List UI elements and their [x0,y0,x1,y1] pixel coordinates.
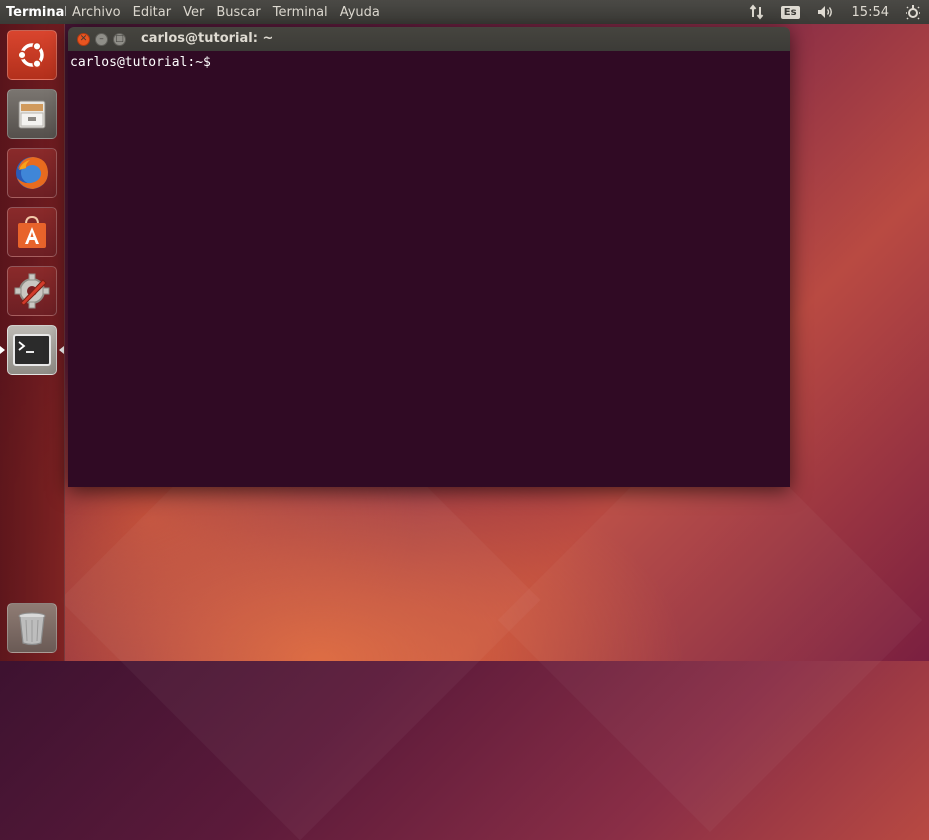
active-app-name: Terminal [6,4,66,20]
launcher-firefox[interactable] [7,148,57,198]
shopping-bag-icon [18,215,46,248]
launcher-dash-home[interactable] [7,30,57,80]
close-button[interactable]: ✕ [77,32,90,46]
ubuntu-logo-icon [17,41,44,69]
network-icon[interactable] [741,4,773,20]
terminal-body[interactable]: carlos@tutorial:~$ [68,51,790,487]
launcher-terminal[interactable] [7,325,57,375]
menu-ver[interactable]: Ver [177,5,210,20]
menu-buscar[interactable]: Buscar [210,5,266,20]
terminal-window[interactable]: ✕ – □ carlos@tutorial: ~ carlos@tutorial… [68,27,790,487]
menu-ayuda[interactable]: Ayuda [334,5,386,20]
menu-terminal[interactable]: Terminal [267,5,334,20]
launcher [0,24,65,661]
terminal-titlebar[interactable]: ✕ – □ carlos@tutorial: ~ [68,27,790,51]
keyboard-layout-badge: Es [780,5,800,19]
clock[interactable]: 15:54 [844,5,897,20]
shell-prompt: carlos@tutorial:~$ [70,55,211,70]
maximize-button[interactable]: □ [113,32,126,46]
file-cabinet-icon [18,100,46,129]
firefox-icon [16,157,48,189]
power-gear-icon[interactable] [897,4,929,20]
top-panel: Terminal Archivo Editar Ver Buscar Termi… [0,0,929,24]
minimize-button[interactable]: – [95,32,108,46]
launcher-system-settings[interactable] [7,266,57,316]
active-indicator [0,346,5,354]
launcher-trash[interactable] [7,603,57,653]
menu-archivo[interactable]: Archivo [66,5,127,20]
launcher-software-center[interactable] [7,207,57,257]
keyboard-layout-indicator[interactable]: Es [773,5,808,19]
menu-editar[interactable]: Editar [127,5,178,20]
volume-icon[interactable] [808,4,844,20]
indicator-area: Es 15:54 [741,0,929,24]
wrench-gear-icon [14,273,50,309]
focused-indicator [59,346,64,354]
window-title: carlos@tutorial: ~ [141,31,274,46]
terminal-icon [13,334,51,366]
trash-icon [18,612,46,646]
close-icon: ✕ [79,33,88,44]
maximize-icon: □ [115,33,124,44]
launcher-files[interactable] [7,89,57,139]
minimize-icon: – [99,33,104,44]
